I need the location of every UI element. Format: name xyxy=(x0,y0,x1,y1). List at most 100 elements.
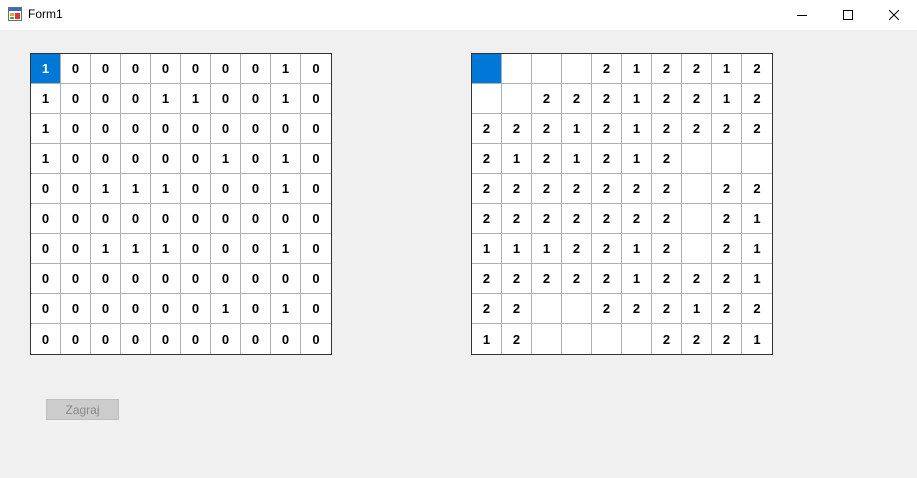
left-grid-cell[interactable]: 0 xyxy=(181,294,211,324)
left-grid-cell[interactable]: 0 xyxy=(301,294,331,324)
right-grid-cell[interactable]: 1 xyxy=(532,234,562,264)
left-grid-cell[interactable]: 0 xyxy=(181,144,211,174)
left-grid-cell[interactable]: 0 xyxy=(181,264,211,294)
left-grid-cell[interactable]: 0 xyxy=(91,264,121,294)
left-grid-cell[interactable]: 0 xyxy=(91,204,121,234)
right-grid-cell[interactable]: 2 xyxy=(472,144,502,174)
left-grid-cell[interactable]: 1 xyxy=(271,174,301,204)
right-grid-cell[interactable]: 2 xyxy=(502,324,532,354)
right-grid-cell[interactable]: 1 xyxy=(502,234,532,264)
left-grid-cell[interactable]: 0 xyxy=(61,54,91,84)
right-grid-cell[interactable]: 2 xyxy=(562,264,592,294)
right-grid-cell[interactable] xyxy=(532,294,562,324)
left-grid-cell[interactable]: 0 xyxy=(61,144,91,174)
left-grid-cell[interactable]: 0 xyxy=(211,114,241,144)
right-grid-cell[interactable]: 2 xyxy=(682,114,712,144)
right-grid-cell[interactable]: 1 xyxy=(712,84,742,114)
left-grid-cell[interactable]: 0 xyxy=(121,264,151,294)
left-grid-cell[interactable]: 1 xyxy=(181,84,211,114)
left-grid-cell[interactable]: 0 xyxy=(271,114,301,144)
right-grid-cell[interactable] xyxy=(712,144,742,174)
left-grid-cell[interactable]: 0 xyxy=(241,114,271,144)
left-grid-cell[interactable]: 0 xyxy=(181,54,211,84)
left-grid-cell[interactable]: 0 xyxy=(151,204,181,234)
left-grid-cell[interactable]: 0 xyxy=(241,264,271,294)
right-grid-cell[interactable]: 2 xyxy=(682,324,712,354)
left-grid-cell[interactable]: 1 xyxy=(91,234,121,264)
right-grid-cell[interactable]: 1 xyxy=(742,324,772,354)
left-grid-cell[interactable]: 0 xyxy=(61,114,91,144)
left-grid-cell[interactable]: 1 xyxy=(31,114,61,144)
left-grid-cell[interactable]: 0 xyxy=(151,54,181,84)
left-grid-cell[interactable]: 1 xyxy=(271,84,301,114)
left-grid-cell[interactable]: 0 xyxy=(211,54,241,84)
left-grid-cell[interactable]: 0 xyxy=(181,114,211,144)
left-grid-cell[interactable]: 0 xyxy=(301,54,331,84)
left-grid-cell[interactable]: 0 xyxy=(151,294,181,324)
right-grid-cell[interactable]: 2 xyxy=(472,264,502,294)
right-grid-cell[interactable]: 2 xyxy=(562,204,592,234)
right-grid-cell[interactable]: 2 xyxy=(652,204,682,234)
left-grid-cell[interactable]: 1 xyxy=(121,234,151,264)
left-grid-cell[interactable]: 0 xyxy=(301,324,331,354)
left-grid-cell[interactable]: 0 xyxy=(31,204,61,234)
right-grid-cell[interactable]: 1 xyxy=(622,54,652,84)
right-grid-cell[interactable]: 1 xyxy=(562,114,592,144)
right-grid-cell[interactable]: 2 xyxy=(742,84,772,114)
left-grid-cell[interactable]: 0 xyxy=(91,54,121,84)
left-grid[interactable]: 1000000010100011001010000000001000001010… xyxy=(30,53,332,355)
left-grid-cell[interactable]: 0 xyxy=(211,204,241,234)
right-grid-cell[interactable]: 2 xyxy=(652,234,682,264)
right-grid-cell[interactable] xyxy=(532,324,562,354)
left-grid-cell[interactable]: 0 xyxy=(301,204,331,234)
right-grid-cell[interactable]: 1 xyxy=(622,114,652,144)
right-grid-cell[interactable]: 2 xyxy=(712,204,742,234)
left-grid-cell[interactable]: 0 xyxy=(211,264,241,294)
right-grid-cell[interactable] xyxy=(502,54,532,84)
left-grid-cell[interactable]: 0 xyxy=(271,204,301,234)
left-grid-cell[interactable]: 0 xyxy=(121,114,151,144)
left-grid-cell[interactable]: 0 xyxy=(181,204,211,234)
left-grid-cell[interactable]: 0 xyxy=(241,84,271,114)
right-grid-cell[interactable] xyxy=(682,144,712,174)
left-grid-cell[interactable]: 0 xyxy=(241,144,271,174)
right-grid-cell[interactable]: 2 xyxy=(622,294,652,324)
right-grid-cell[interactable]: 1 xyxy=(742,234,772,264)
right-grid-cell[interactable]: 2 xyxy=(682,264,712,294)
left-grid-cell[interactable]: 0 xyxy=(91,144,121,174)
right-grid-cell[interactable] xyxy=(472,84,502,114)
left-grid-cell[interactable]: 1 xyxy=(211,144,241,174)
left-grid-cell[interactable]: 0 xyxy=(181,324,211,354)
left-grid-cell[interactable]: 0 xyxy=(121,324,151,354)
right-grid-cell[interactable] xyxy=(742,144,772,174)
left-grid-cell[interactable]: 0 xyxy=(241,174,271,204)
right-grid-cell[interactable] xyxy=(562,324,592,354)
right-grid-cell[interactable]: 1 xyxy=(472,324,502,354)
left-grid-cell[interactable]: 0 xyxy=(61,234,91,264)
left-grid-cell[interactable]: 0 xyxy=(121,204,151,234)
right-grid-cell[interactable]: 2 xyxy=(652,114,682,144)
left-grid-cell[interactable]: 0 xyxy=(151,144,181,174)
left-grid-cell[interactable]: 0 xyxy=(241,324,271,354)
left-grid-cell[interactable]: 0 xyxy=(271,324,301,354)
right-grid-cell[interactable]: 1 xyxy=(622,84,652,114)
close-button[interactable] xyxy=(871,0,917,30)
left-grid-cell[interactable]: 1 xyxy=(31,84,61,114)
left-grid-cell[interactable]: 0 xyxy=(121,144,151,174)
left-grid-cell[interactable]: 1 xyxy=(31,144,61,174)
right-grid-cell[interactable]: 2 xyxy=(472,114,502,144)
right-grid-cell[interactable]: 1 xyxy=(502,144,532,174)
left-grid-cell[interactable]: 1 xyxy=(31,54,61,84)
right-grid-cell[interactable]: 1 xyxy=(682,294,712,324)
right-grid-cell[interactable]: 1 xyxy=(562,144,592,174)
right-grid-cell[interactable]: 1 xyxy=(742,204,772,234)
left-grid-cell[interactable]: 0 xyxy=(301,114,331,144)
left-grid-cell[interactable]: 0 xyxy=(211,324,241,354)
left-grid-cell[interactable]: 0 xyxy=(211,84,241,114)
left-grid-cell[interactable]: 0 xyxy=(61,174,91,204)
right-grid-cell[interactable]: 2 xyxy=(592,174,622,204)
left-grid-cell[interactable]: 1 xyxy=(151,174,181,204)
right-grid-cell[interactable]: 2 xyxy=(502,294,532,324)
right-grid-cell[interactable]: 2 xyxy=(472,294,502,324)
right-grid-cell[interactable]: 2 xyxy=(742,294,772,324)
